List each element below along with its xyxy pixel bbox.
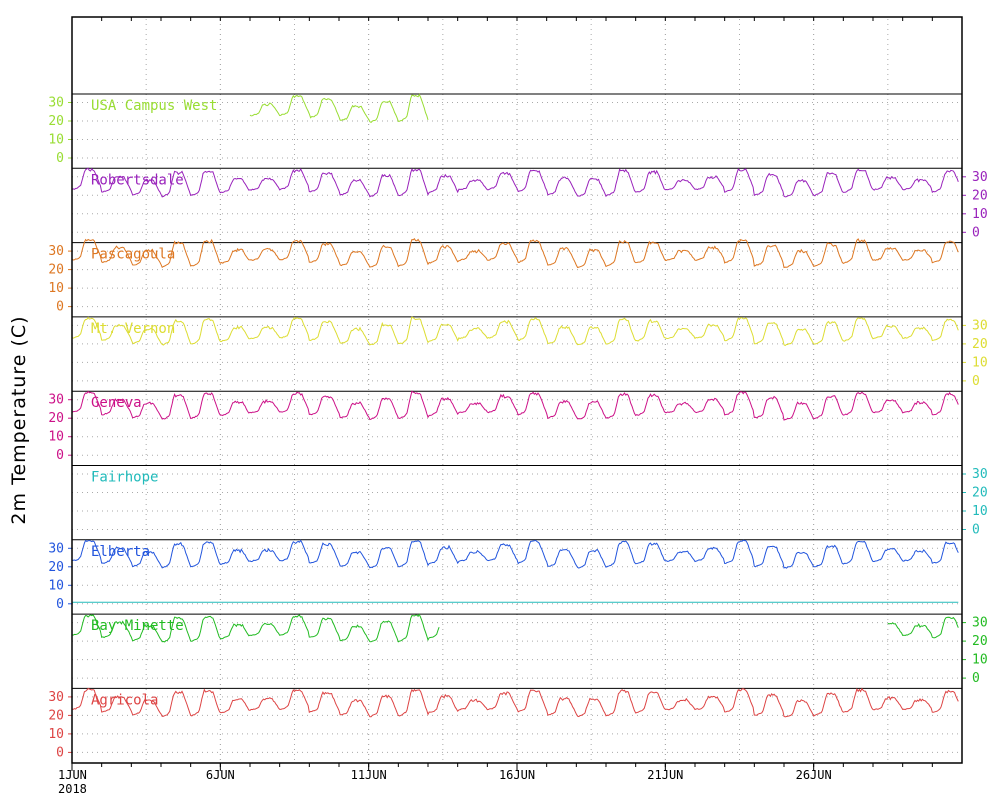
y-tick-label: 30 bbox=[48, 96, 64, 111]
y-tick-label: 30 bbox=[972, 616, 988, 631]
x-tick-label: 6JUN bbox=[206, 768, 235, 782]
x-tick-label: 16JUN bbox=[499, 768, 535, 782]
y-tick-label: 30 bbox=[48, 541, 64, 556]
y-tick-label: 20 bbox=[48, 263, 64, 278]
y-tick-label: 0 bbox=[972, 523, 980, 538]
x-tick-label: 26JUN bbox=[796, 768, 832, 782]
y-tick-label: 0 bbox=[56, 597, 64, 612]
x-tick-label: 11JUN bbox=[351, 768, 387, 782]
y-tick-label: 10 bbox=[48, 281, 64, 296]
station-label: Pascagoula bbox=[91, 247, 175, 263]
y-tick-label: 10 bbox=[972, 207, 988, 222]
y-tick-label: 10 bbox=[48, 133, 64, 148]
y-tick-label: 10 bbox=[972, 653, 988, 668]
y-tick-label: 0 bbox=[56, 151, 64, 166]
x-year-label: 2018 bbox=[58, 782, 87, 796]
y-tick-label: 20 bbox=[972, 188, 988, 203]
y-tick-label: 10 bbox=[48, 430, 64, 445]
y-tick-label: 0 bbox=[972, 374, 980, 389]
y-tick-label: 30 bbox=[48, 244, 64, 259]
y-tick-label: 10 bbox=[48, 578, 64, 593]
station-label: Robertsdale bbox=[91, 172, 184, 188]
y-tick-label: 20 bbox=[48, 114, 64, 129]
y-tick-label: 20 bbox=[972, 634, 988, 649]
x-tick-label: 21JUN bbox=[647, 768, 683, 782]
y-tick-label: 20 bbox=[972, 486, 988, 501]
y-tick-label: 30 bbox=[48, 393, 64, 408]
x-tick-label: 1JUN bbox=[58, 768, 87, 782]
station-label: Mt. Vernon bbox=[91, 321, 175, 337]
y-tick-label: 30 bbox=[972, 170, 988, 185]
y-tick-label: 30 bbox=[972, 467, 988, 482]
y-tick-label: 10 bbox=[48, 727, 64, 742]
y-tick-label: 20 bbox=[972, 337, 988, 352]
y-tick-label: 0 bbox=[972, 671, 980, 686]
y-axis-title: 2m Temperature (C) bbox=[8, 315, 30, 524]
station-label: USA Campus West bbox=[91, 98, 217, 114]
y-tick-label: 30 bbox=[48, 690, 64, 705]
y-tick-label: 20 bbox=[48, 560, 64, 575]
station-label: Fairhope bbox=[91, 470, 158, 486]
y-tick-label: 10 bbox=[972, 355, 988, 370]
temperature-chart: 30 20 10 0 USA Campus West 30 20 10 0 Robertsdale… bbox=[0, 0, 1000, 800]
station-label: Bay Minette bbox=[91, 618, 184, 634]
y-tick-label: 0 bbox=[972, 225, 980, 240]
y-tick-label: 20 bbox=[48, 708, 64, 723]
y-tick-label: 0 bbox=[56, 448, 64, 463]
station-label: Elberta bbox=[91, 544, 150, 560]
y-tick-label: 0 bbox=[56, 745, 64, 760]
y-tick-label: 0 bbox=[56, 300, 64, 315]
y-tick-label: 20 bbox=[48, 411, 64, 426]
y-tick-label: 10 bbox=[972, 504, 988, 519]
y-tick-label: 30 bbox=[972, 318, 988, 333]
